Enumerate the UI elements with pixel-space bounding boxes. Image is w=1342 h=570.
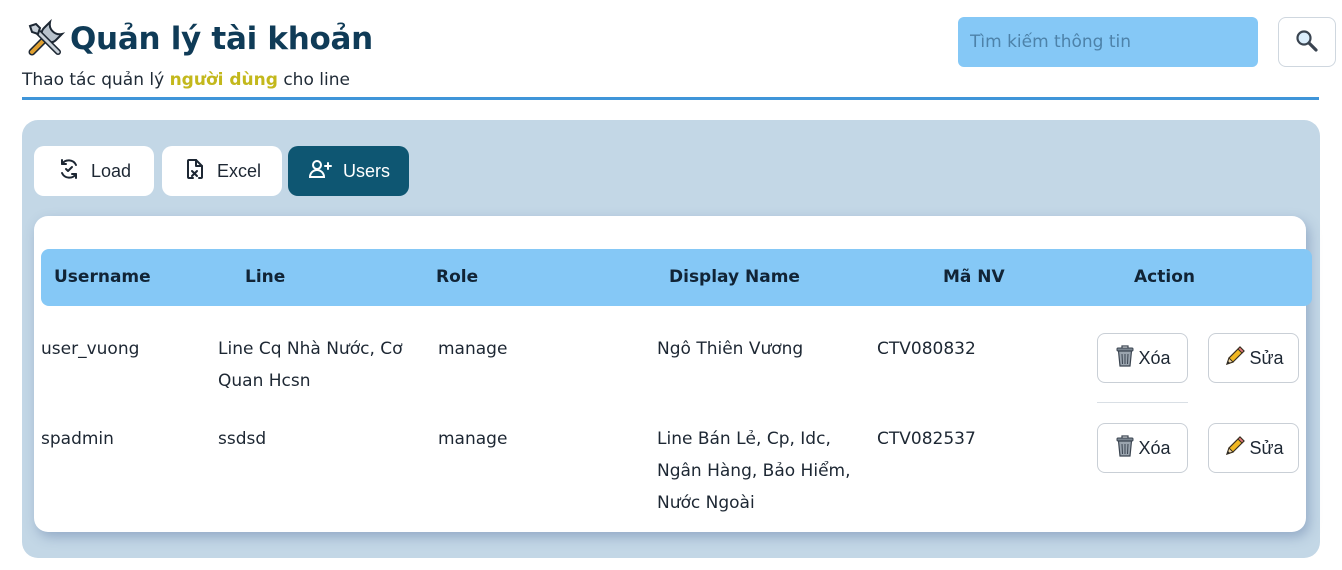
edit-button-label: Sửa — [1249, 437, 1284, 458]
pencil-icon — [1223, 344, 1247, 373]
subtitle-highlight: người dùng — [169, 70, 278, 90]
edit-button[interactable]: Sửa — [1208, 423, 1299, 473]
edit-button-label: Sửa — [1249, 347, 1284, 368]
cell-display-name-text: Ngân Hàng, Bảo Hiểm, — [657, 461, 851, 481]
cell-role: manage — [438, 429, 508, 449]
users-panel: Load Excel Users Username Line Role Disp… — [22, 120, 1320, 558]
users-table: Username Line Role Display Name Mã NV Ac… — [34, 216, 1312, 532]
delete-button[interactable]: Xóa — [1097, 333, 1188, 383]
add-users-button[interactable]: Users — [288, 146, 409, 196]
cell-display-name-text: Line Bán Lẻ, Cp, Idc, — [657, 429, 831, 449]
column-header-role: Role — [436, 267, 479, 287]
cell-display-name: Line Bán Lẻ, Cp, Idc, Ngân Hàng, Bảo Hiể… — [657, 423, 851, 519]
cell-display-name-text: Nước Ngoài — [657, 493, 755, 513]
page-title: Quản lý tài khoản — [70, 21, 373, 57]
column-header-action: Action — [1134, 267, 1195, 287]
subtitle-suffix: cho line — [277, 70, 350, 90]
load-button-label: Load — [90, 160, 132, 181]
column-header-display-name: Display Name — [669, 267, 800, 287]
column-header-employee-id: Mã NV — [943, 267, 1005, 287]
column-header-line: Line — [245, 267, 286, 287]
table-header: Username Line Role Display Name Mã NV Ac… — [41, 249, 1312, 306]
cell-line: Line Cq Nhà Nước, Cơ Quan Hcsn — [218, 333, 403, 397]
page-subtitle: Thao tác quản lý người dùng cho line — [22, 70, 350, 90]
cell-display-name-text: Ngô Thiên Vương — [657, 339, 804, 359]
excel-button[interactable]: Excel — [162, 146, 282, 196]
cell-line: ssdsd — [218, 423, 266, 455]
search-button[interactable] — [1278, 17, 1336, 67]
users-button-label: Users — [342, 160, 390, 181]
user-plus-icon — [307, 157, 333, 186]
cell-display-name: Ngô Thiên Vương — [657, 333, 803, 365]
cell-employee-id: CTV080832 — [877, 339, 976, 359]
excel-button-label: Excel — [216, 160, 261, 181]
cell-username: user_vuong — [41, 339, 140, 359]
delete-button-label: Xóa — [1138, 437, 1171, 458]
delete-button[interactable]: Xóa — [1097, 423, 1188, 473]
cell-line-text: ssdsd — [218, 429, 267, 449]
refresh-icon — [57, 157, 81, 186]
delete-button-label: Xóa — [1138, 347, 1171, 368]
cell-line-text: Quan Hcsn — [218, 371, 311, 391]
file-export-icon — [183, 157, 207, 186]
subtitle-prefix: Thao tác quản lý — [22, 70, 170, 90]
row-divider — [1097, 402, 1188, 403]
trash-icon — [1114, 344, 1136, 373]
pencil-icon — [1223, 434, 1247, 463]
load-button[interactable]: Load — [34, 146, 154, 196]
edit-button[interactable]: Sửa — [1208, 333, 1299, 383]
cell-line-text: Line Cq Nhà Nước, Cơ — [218, 339, 403, 359]
cell-employee-id: CTV082537 — [877, 429, 976, 449]
cell-role: manage — [438, 339, 508, 359]
magnifier-icon — [1295, 29, 1319, 56]
cell-username: spadmin — [41, 429, 114, 449]
title-row: Quản lý tài khoản — [24, 18, 373, 60]
tools-icon — [24, 18, 66, 60]
search-input[interactable] — [958, 17, 1258, 67]
trash-icon — [1114, 434, 1136, 463]
column-header-username: Username — [54, 267, 151, 287]
header-divider — [22, 97, 1319, 100]
